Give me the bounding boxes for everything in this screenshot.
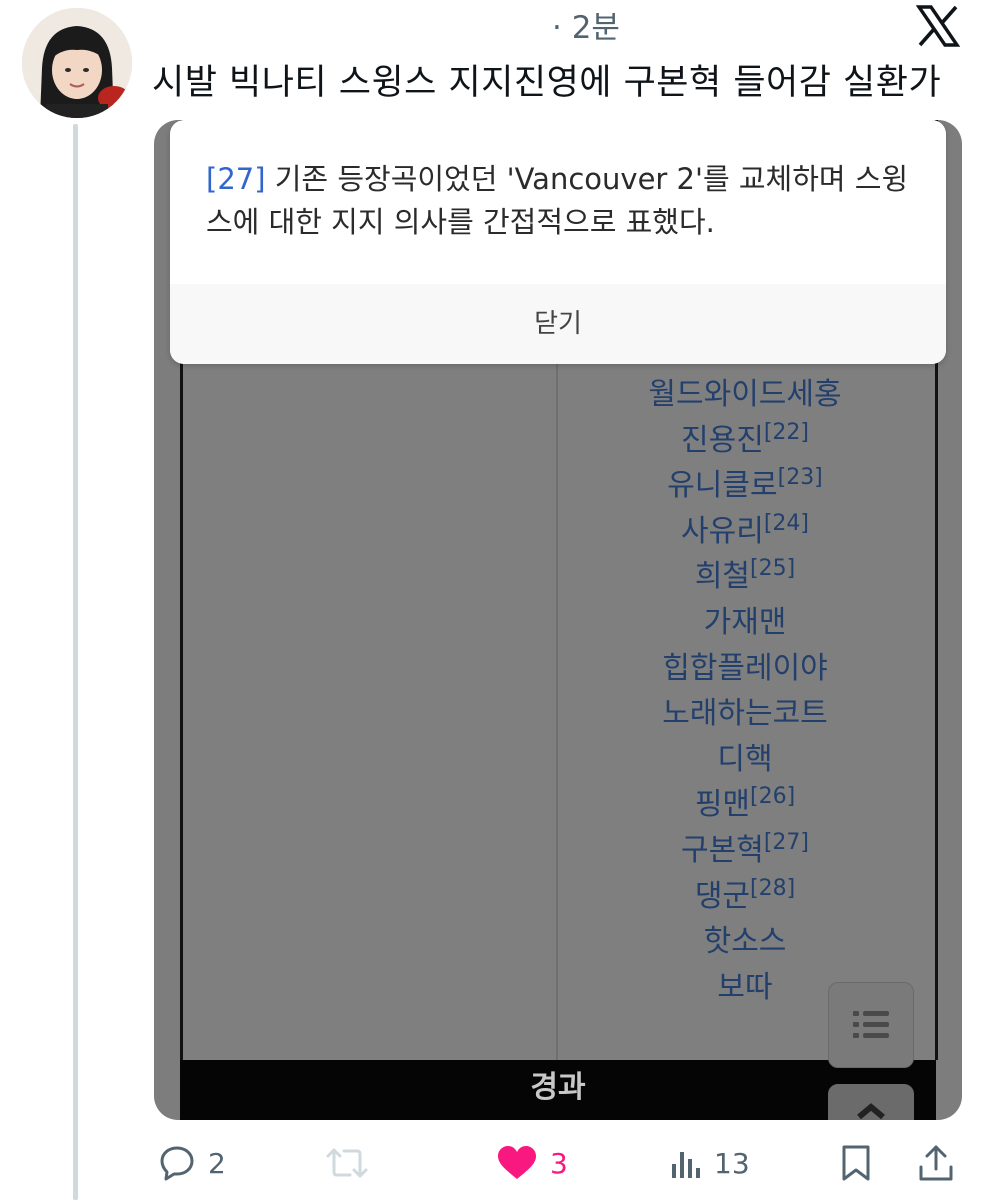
- views-button[interactable]: 13: [670, 1138, 750, 1188]
- list-item[interactable]: 월드와이드세홍: [558, 372, 932, 418]
- list-item-name: 희철: [694, 559, 751, 595]
- bookmark-icon: [842, 1145, 870, 1181]
- tweet-time[interactable]: · 2분: [552, 2, 620, 47]
- list-item-name: 유니클로: [667, 468, 778, 504]
- tweet-media[interactable]: 월드와이드세홍 진용진[22] 유니클로[23] 사유리[24] 희철[25] 가재맨 힙합…: [154, 120, 962, 1120]
- list-item-name: 사유리: [681, 513, 764, 549]
- reply-icon: [160, 1146, 194, 1181]
- list-item[interactable]: 가재맨: [558, 600, 932, 646]
- list-item-name: 가재맨: [703, 604, 787, 640]
- list-item-name: 디핵: [717, 741, 773, 777]
- list-item[interactable]: 유니클로[23]: [558, 463, 932, 509]
- list-item-name: 댕군: [694, 878, 751, 914]
- footnote-ref[interactable]: [28]: [750, 876, 795, 901]
- supporters-list: 월드와이드세홍 진용진[22] 유니클로[23] 사유리[24] 희철[25] 가재맨 힙합…: [558, 372, 932, 1010]
- list-item-name: 힙합플레이야: [662, 650, 828, 686]
- footnote-ref[interactable]: [27]: [206, 162, 266, 196]
- list-item[interactable]: 구본혁[27]: [558, 828, 932, 874]
- reply-count: 2: [208, 1146, 226, 1180]
- heart-icon: [498, 1146, 536, 1179]
- footnote-ref[interactable]: [24]: [764, 511, 809, 536]
- list-item-name: 구본혁: [681, 832, 764, 868]
- list-item-name: 핑맨: [694, 787, 751, 823]
- share-button[interactable]: [916, 1138, 956, 1188]
- list-item[interactable]: 노래하는코트: [558, 691, 932, 737]
- list-icon: [853, 1011, 889, 1038]
- footnote-ref[interactable]: [25]: [750, 556, 795, 581]
- footnote-ref[interactable]: [26]: [750, 784, 795, 809]
- footnote-popup: [27] 기존 등장곡이었던 'Vancouver 2'를 교체하며 스윙 스에…: [170, 120, 946, 364]
- list-item[interactable]: 댕군[28]: [558, 874, 932, 920]
- list-item[interactable]: 힙합플레이야: [558, 646, 932, 692]
- share-icon: [919, 1145, 953, 1181]
- list-item[interactable]: 희철[25]: [558, 554, 932, 600]
- chevron-up-icon: [857, 1103, 885, 1120]
- footnote-ref[interactable]: [23]: [778, 465, 823, 490]
- list-item[interactable]: 핑맨[26]: [558, 782, 932, 828]
- list-item-name: 핫소스: [703, 924, 787, 960]
- avatar-image: [22, 8, 132, 118]
- list-item-name: 월드와이드세홍: [648, 377, 842, 412]
- like-button[interactable]: 3: [496, 1138, 568, 1188]
- list-item-name: 진용진: [681, 422, 764, 458]
- list-item[interactable]: 사유리[24]: [558, 509, 932, 555]
- scroll-top-button[interactable]: [828, 1084, 914, 1120]
- retweet-icon: [326, 1148, 368, 1178]
- retweet-button[interactable]: [326, 1138, 380, 1188]
- like-count: 3: [550, 1146, 568, 1180]
- thread-line: [73, 124, 78, 1200]
- toc-button[interactable]: [828, 982, 914, 1068]
- footnote-ref[interactable]: [27]: [764, 830, 809, 855]
- x-logo-icon: [916, 5, 960, 47]
- list-item[interactable]: 핫소스: [558, 919, 932, 965]
- tweet-text: 시발 빅나티 스윙스 지지진영에 구본혁 들어감 실환가: [152, 63, 942, 103]
- reply-button[interactable]: 2: [158, 1138, 226, 1188]
- views-icon: [672, 1152, 700, 1178]
- bookmark-button[interactable]: [838, 1138, 874, 1188]
- avatar[interactable]: [22, 8, 132, 118]
- footnote-ref[interactable]: [22]: [764, 420, 809, 445]
- footnote-line-1: 기존 등장곡이었던 'Vancouver 2'를 교체하며 스윙: [265, 162, 909, 196]
- list-item[interactable]: 진용진[22]: [558, 418, 932, 464]
- footnote-text: [27] 기존 등장곡이었던 'Vancouver 2'를 교체하며 스윙 스에…: [206, 158, 926, 244]
- section-heading: 경과: [530, 1070, 586, 1105]
- views-count: 13: [714, 1146, 750, 1180]
- list-item[interactable]: 디핵: [558, 737, 932, 783]
- close-button[interactable]: 닫기: [170, 284, 946, 364]
- list-item-name: 보따: [717, 969, 773, 1005]
- list-item-name: 노래하는코트: [662, 696, 828, 732]
- section-heading-bar[interactable]: 경과: [180, 1060, 936, 1120]
- tweet-actions: 2 3 13: [0, 1138, 984, 1188]
- footnote-line-2: 스에 대한 지지 의사를 간접적으로 표했다.: [206, 205, 715, 239]
